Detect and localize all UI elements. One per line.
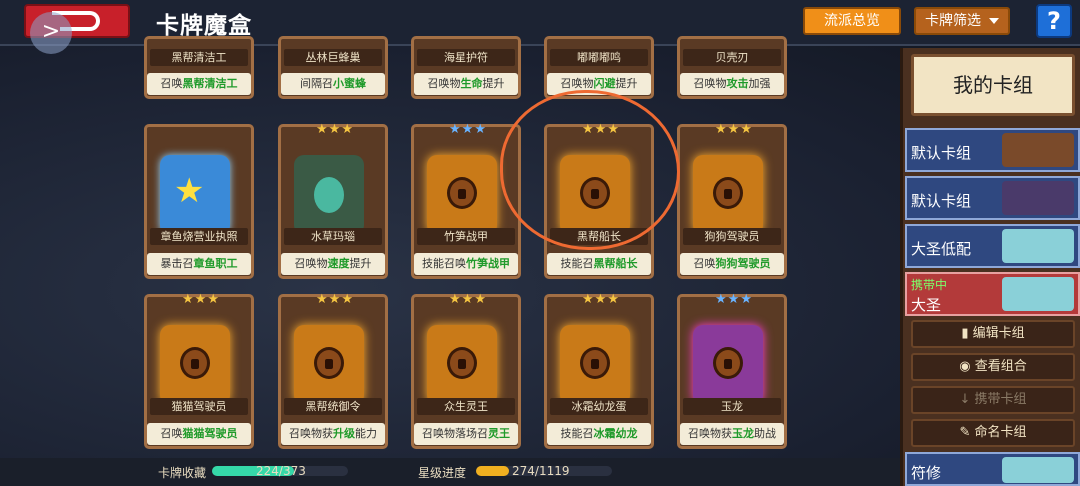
card[interactable]: ★★★ 众生灵王召唤物落场召灵王 (411, 292, 521, 449)
deck-slot-carried[interactable]: 携带中 大圣 (905, 272, 1080, 316)
card-name: 章鱼烧营业执照 (150, 228, 248, 245)
lock-icon (314, 347, 344, 379)
card-filter-label: 卡牌筛选 (925, 13, 981, 29)
card-art (294, 155, 364, 235)
deck-thumbnail (1002, 133, 1074, 167)
deck-slot[interactable]: 默认卡组 (905, 128, 1080, 172)
deck-slot[interactable]: 大圣低配 (905, 224, 1080, 268)
rename-deck-button[interactable]: ✎ 命名卡组 (911, 419, 1075, 447)
card[interactable]: 黑帮清洁工召唤黑帮清洁工 (144, 36, 254, 99)
card-desc: 技能召唤竹笋战甲 (414, 253, 518, 275)
card-name: 黑帮统御令 (284, 398, 382, 415)
card-desc: 召唤猫猫驾驶员 (147, 423, 251, 445)
annotation-circle (500, 90, 680, 250)
deck-slot[interactable]: 默认卡组 (905, 176, 1080, 220)
card[interactable]: 丛林巨蜂巢间隔召小蜜蜂 (278, 36, 388, 99)
star-icon: ★ (174, 171, 205, 211)
card-name: 竹笋战甲 (417, 228, 515, 245)
card-desc: 技能召黑帮船长 (547, 253, 651, 275)
card-name: 猫猫驾驶员 (150, 398, 248, 415)
card[interactable]: ★★★ 水草玛瑙召唤物速度提升 (278, 122, 388, 279)
card-desc: 召唤物速度提升 (281, 253, 385, 275)
card-name: 海星护符 (417, 49, 515, 66)
deck-panel-title: 我的卡组 (911, 54, 1075, 116)
card-name: 玉龙 (683, 398, 781, 415)
deck-name: 默认卡组 (911, 192, 972, 210)
deck-name: 大圣 (911, 296, 942, 314)
card-name: 丛林巨蜂巢 (284, 49, 382, 66)
card-desc: 召唤狗狗驾驶员 (680, 253, 784, 275)
deck-thumbnail (1002, 277, 1074, 311)
deck-slot[interactable]: 符修 (905, 452, 1080, 486)
collection-label: 卡牌收藏 (158, 466, 207, 480)
bottom-bar: 卡牌收藏 224/373 星级进度 274/1119 (0, 458, 900, 486)
card-name: 贝壳刃 (683, 49, 781, 66)
card[interactable]: 海星护符召唤物生命提升 (411, 36, 521, 99)
card[interactable]: ★★★ 黑帮统御令召唤物获升级能力 (278, 292, 388, 449)
deck-name: 大圣低配 (911, 240, 972, 258)
rarity-stars: ★★★ (715, 292, 753, 307)
lock-icon (447, 177, 477, 209)
card[interactable]: ★ 章鱼烧营业执照暴击召章鱼职工 (144, 124, 254, 279)
rarity-stars: ★★★ (582, 292, 620, 307)
card-desc: 召唤黑帮清洁工 (147, 73, 251, 95)
rarity-stars: ★★★ (316, 122, 354, 137)
card[interactable]: 嘟嘟嘟鸣 召唤物闪避提升 (544, 36, 654, 99)
card-desc: 召唤物获升级能力 (281, 423, 385, 445)
card-desc: 召唤物攻击加强 (680, 73, 784, 95)
card-desc: 间隔召小蜜蜂 (281, 73, 385, 95)
page-title: 卡牌魔盒 (156, 13, 252, 39)
gem-icon (314, 177, 344, 213)
card[interactable]: 贝壳刃召唤物攻击加强 (677, 36, 787, 99)
card-desc: 召唤物生命提升 (414, 73, 518, 95)
rarity-stars: ★★★ (449, 292, 487, 307)
deck-thumbnail (1002, 457, 1074, 483)
card[interactable]: ★★★ 猫猫驾驶员召唤猫猫驾驶员 (144, 292, 254, 449)
deck-name: 默认卡组 (911, 144, 972, 162)
lock-icon (713, 177, 743, 209)
card-grid: 黑帮清洁工召唤黑帮清洁工 丛林巨蜂巢间隔召小蜜蜂 海星护符召唤物生命提升 嘟嘟嘟… (40, 36, 895, 458)
card-name: 众生灵王 (417, 398, 515, 415)
chevron-down-icon (989, 18, 999, 24)
star-progress-value: 274/1119 (512, 464, 570, 478)
deck-panel: 我的卡组 默认卡组 默认卡组 大圣低配 携带中 大圣 ▮ 编辑卡组 ◉ 查看组合 … (900, 48, 1080, 486)
rarity-stars: ★★★ (715, 122, 753, 137)
lock-icon (447, 347, 477, 379)
lock-icon (580, 347, 610, 379)
collection-value: 224/373 (256, 464, 306, 478)
card-name: 冰霜幼龙蛋 (550, 398, 648, 415)
card-desc: 召唤物落场召灵王 (414, 423, 518, 445)
view-combo-button[interactable]: ◉ 查看组合 (911, 353, 1075, 381)
card-desc: 召唤物获玉龙助战 (680, 423, 784, 445)
edit-deck-button[interactable]: ▮ 编辑卡组 (911, 320, 1075, 348)
rarity-stars: ★★★ (182, 292, 220, 307)
card[interactable]: ★★★ 玉龙召唤物获玉龙助战 (677, 292, 787, 449)
card[interactable]: ★★★ 狗狗驾驶员召唤狗狗驾驶员 (677, 122, 787, 279)
card-filter-button[interactable]: 卡牌筛选 (914, 7, 1010, 35)
deck-thumbnail (1002, 181, 1074, 215)
card-desc: 暴击召章鱼职工 (147, 253, 251, 275)
rarity-stars: ★★★ (316, 292, 354, 307)
star-progress-fill (476, 466, 510, 476)
card-name: 水草玛瑙 (284, 228, 382, 245)
carry-tag: 携带中 (911, 278, 948, 292)
card-name: 嘟嘟嘟鸣 (550, 49, 648, 66)
style-overview-button[interactable]: 流派总览 (803, 7, 901, 35)
lock-icon (713, 347, 743, 379)
help-button[interactable]: ? (1036, 4, 1072, 38)
carry-deck-button[interactable]: ↓ 携带卡组 (911, 386, 1075, 414)
card-desc: 技能召冰霜幼龙 (547, 423, 651, 445)
card-name: 狗狗驾驶员 (683, 228, 781, 245)
deck-thumbnail (1002, 229, 1074, 263)
card-art: ★ (160, 155, 230, 235)
deck-name: 符修 (911, 464, 942, 482)
card-name: 黑帮清洁工 (150, 49, 248, 66)
rarity-stars: ★★★ (449, 122, 487, 137)
star-progress-label: 星级进度 (418, 466, 467, 480)
card[interactable]: ★★★ 冰霜幼龙蛋技能召冰霜幼龙 (544, 292, 654, 449)
lock-icon (180, 347, 210, 379)
